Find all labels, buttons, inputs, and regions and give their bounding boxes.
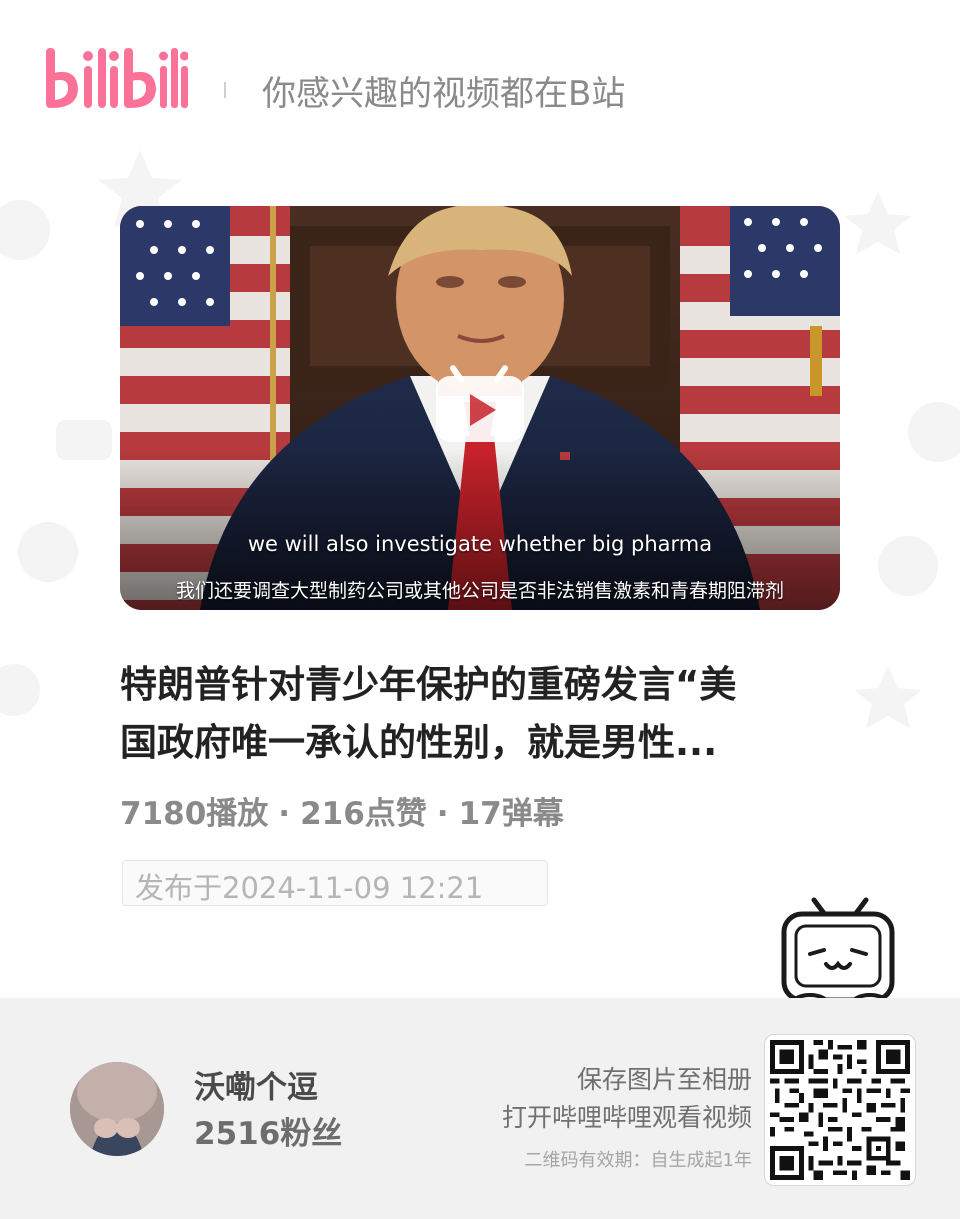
qr-validity-note: 二维码有效期：自生成起1年 <box>524 1150 752 1171</box>
bilibili-logo[interactable] <box>44 40 188 116</box>
header-slogan: 你感兴趣的视频都在B站 <box>262 74 626 114</box>
author-fans-count: 2516粉丝 <box>194 1116 343 1152</box>
open-app-hint: 打开哔哩哔哩观看视频 <box>501 1103 752 1132</box>
save-image-hint: 保存图片至相册 <box>576 1065 752 1094</box>
share-footer: 沃嘞个逗 2516粉丝 保存图片至相册 打开哔哩哔哩观看视频 二维码有效期：自生… <box>0 998 960 1219</box>
play-count: 7180播放 <box>120 796 269 832</box>
avatar-image <box>70 1062 164 1156</box>
video-title[interactable]: 特朗普针对青少年保护的重磅发言“美 国政府唯一承认的性别，就是男性... <box>120 656 844 772</box>
danmaku-count: 17弹幕 <box>458 796 564 832</box>
qr-code[interactable] <box>764 1034 916 1186</box>
video-title-line-2: 国政府唯一承认的性别，就是男性... <box>120 721 718 764</box>
qr-code-image <box>770 1040 910 1180</box>
author-name[interactable]: 沃嘞个逗 <box>194 1062 318 1107</box>
video-stats: 7180播放 · 216点赞 · 17弹幕 <box>120 788 564 833</box>
like-count: 216点赞 <box>300 796 427 832</box>
bilibili-tv-play-icon[interactable] <box>436 362 524 444</box>
video-title-line-1: 特朗普针对青少年保护的重磅发言“美 <box>120 663 737 706</box>
subtitle-chinese: 我们还要调查大型制药公司或其他公司是否非法销售激素和青春期阻滞剂 <box>175 580 784 602</box>
subtitle-english: we will also investigate whether big pha… <box>247 532 713 556</box>
header: 你感兴趣的视频都在B站 <box>0 0 960 180</box>
header-divider <box>224 82 226 98</box>
stats-separator: · <box>278 796 291 832</box>
author-avatar[interactable] <box>70 1062 164 1156</box>
publish-date: 发布于2024-11-09 12:21 <box>122 860 548 906</box>
stats-separator: · <box>436 796 449 832</box>
